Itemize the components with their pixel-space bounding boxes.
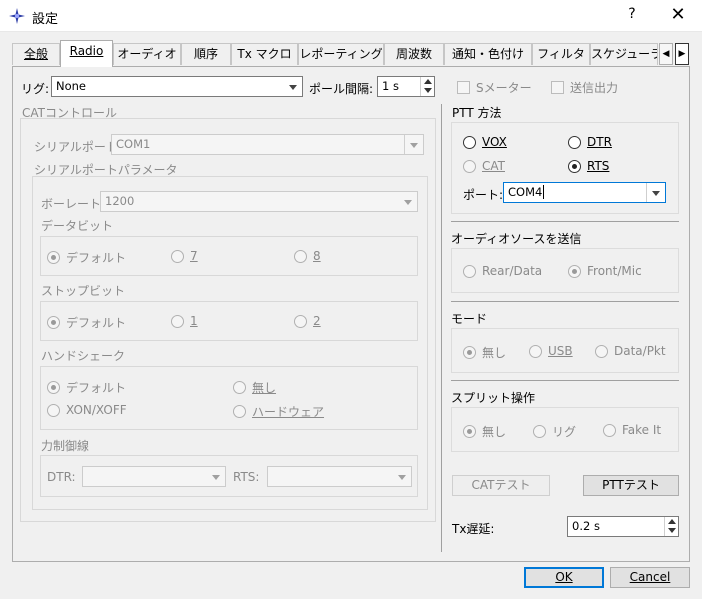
audio-source-title: オーディオソースを送信 bbox=[451, 232, 582, 246]
cat-test-button[interactable]: CATテスト bbox=[452, 475, 550, 496]
ptt-port-value: COM4 bbox=[508, 185, 543, 199]
serial-port-value: COM1 bbox=[116, 137, 151, 151]
audio-front-mic-radio[interactable]: Front/Mic bbox=[568, 264, 642, 278]
handshake-xonxoff-radio[interactable]: XON/XOFF bbox=[47, 403, 127, 417]
rig-value: None bbox=[56, 79, 87, 93]
handshake-title: ハンドシェーク bbox=[41, 349, 126, 363]
audio-rear-data-radio[interactable]: Rear/Data bbox=[463, 264, 542, 278]
stop-bits-default-radio[interactable]: デフォルト bbox=[47, 314, 126, 331]
checkbox-box bbox=[457, 81, 470, 94]
separator bbox=[451, 380, 679, 381]
ptt-method-title: PTT 方法 bbox=[452, 106, 502, 120]
handshake-none-radio[interactable]: 無し bbox=[233, 379, 276, 396]
handshake-default-radio[interactable]: デフォルト bbox=[47, 379, 126, 396]
force-control-title: 力制御線 bbox=[41, 439, 90, 453]
chevron-down-icon bbox=[207, 467, 225, 486]
serial-port-combo[interactable]: COM1 bbox=[111, 134, 424, 155]
baud-rate-value: 1200 bbox=[105, 194, 135, 208]
chevron-down-icon bbox=[647, 183, 665, 202]
mode-usb-radio[interactable]: USB bbox=[529, 344, 573, 358]
split-operation-title: スプリット操作 bbox=[451, 391, 536, 405]
ptt-test-button[interactable]: PTTテスト bbox=[583, 475, 679, 496]
separator bbox=[451, 301, 679, 302]
baud-rate-label: ボーレート: bbox=[41, 197, 106, 211]
ptt-rts-radio[interactable]: RTS bbox=[568, 159, 609, 173]
rts-label: RTS: bbox=[233, 470, 260, 484]
data-bits-7-radio[interactable]: 7 bbox=[171, 249, 198, 263]
serial-port-label: シリアルポート: bbox=[34, 140, 122, 154]
dtr-label: DTR: bbox=[47, 470, 76, 484]
ptt-port-combo[interactable]: COM4 bbox=[503, 182, 666, 203]
mode-title: モード bbox=[451, 312, 488, 326]
split-rig-radio[interactable]: リグ bbox=[533, 423, 576, 440]
poll-interval-spinbox[interactable]: 1 s bbox=[377, 76, 435, 97]
data-bits-title: データビット bbox=[41, 219, 114, 233]
ptt-dtr-radio[interactable]: DTR bbox=[568, 135, 612, 149]
tx-delay-label: Tx遅延: bbox=[452, 522, 495, 536]
poll-interval-value: 1 s bbox=[382, 79, 399, 93]
ptt-cat-radio[interactable]: CAT bbox=[463, 159, 505, 173]
tab-radio[interactable]: Radio bbox=[60, 40, 113, 67]
data-bits-8-radio[interactable]: 8 bbox=[294, 249, 321, 263]
rts-combo[interactable] bbox=[267, 466, 412, 487]
mode-none-radio[interactable]: 無し bbox=[463, 344, 506, 361]
tx-power-checkbox[interactable]: 送信出力 bbox=[551, 79, 618, 96]
tx-delay-spinbox[interactable]: 0.2 s bbox=[567, 516, 679, 537]
text-caret bbox=[543, 185, 545, 199]
baud-rate-combo[interactable]: 1200 bbox=[100, 191, 418, 212]
rig-label: リグ: bbox=[21, 82, 50, 96]
chevron-down-icon bbox=[399, 192, 417, 211]
handshake-group bbox=[40, 366, 418, 430]
checkbox-box bbox=[551, 81, 564, 94]
mode-data-pkt-radio[interactable]: Data/Pkt bbox=[595, 344, 666, 358]
smeter-checkbox[interactable]: Sメーター bbox=[457, 79, 532, 96]
stop-bits-1-radio[interactable]: 1 bbox=[171, 314, 198, 328]
chevron-down-icon bbox=[393, 467, 411, 486]
split-none-radio[interactable]: 無し bbox=[463, 423, 506, 440]
stop-bits-title: ストップビット bbox=[41, 284, 126, 298]
tx-delay-value: 0.2 s bbox=[572, 519, 600, 533]
rig-combo[interactable]: None bbox=[51, 76, 303, 97]
handshake-hardware-radio[interactable]: ハードウェア bbox=[233, 403, 324, 420]
chevron-down-icon bbox=[405, 135, 423, 154]
stop-bits-2-radio[interactable]: 2 bbox=[294, 314, 321, 328]
separator bbox=[451, 221, 679, 222]
column-separator bbox=[441, 104, 442, 552]
ptt-vox-radio[interactable]: VOX bbox=[463, 135, 507, 149]
ptt-port-label: ポート: bbox=[463, 188, 504, 202]
dtr-combo[interactable] bbox=[82, 466, 226, 487]
split-fake-it-radio[interactable]: Fake It bbox=[603, 423, 661, 437]
chevron-down-icon bbox=[284, 77, 302, 96]
data-bits-default-radio[interactable]: デフォルト bbox=[47, 249, 126, 266]
panel-content: リグ: None ポール間隔: 1 s Sメーター 送信出力 CATコントロール… bbox=[0, 0, 702, 599]
poll-interval-label: ポール間隔: bbox=[309, 82, 374, 96]
